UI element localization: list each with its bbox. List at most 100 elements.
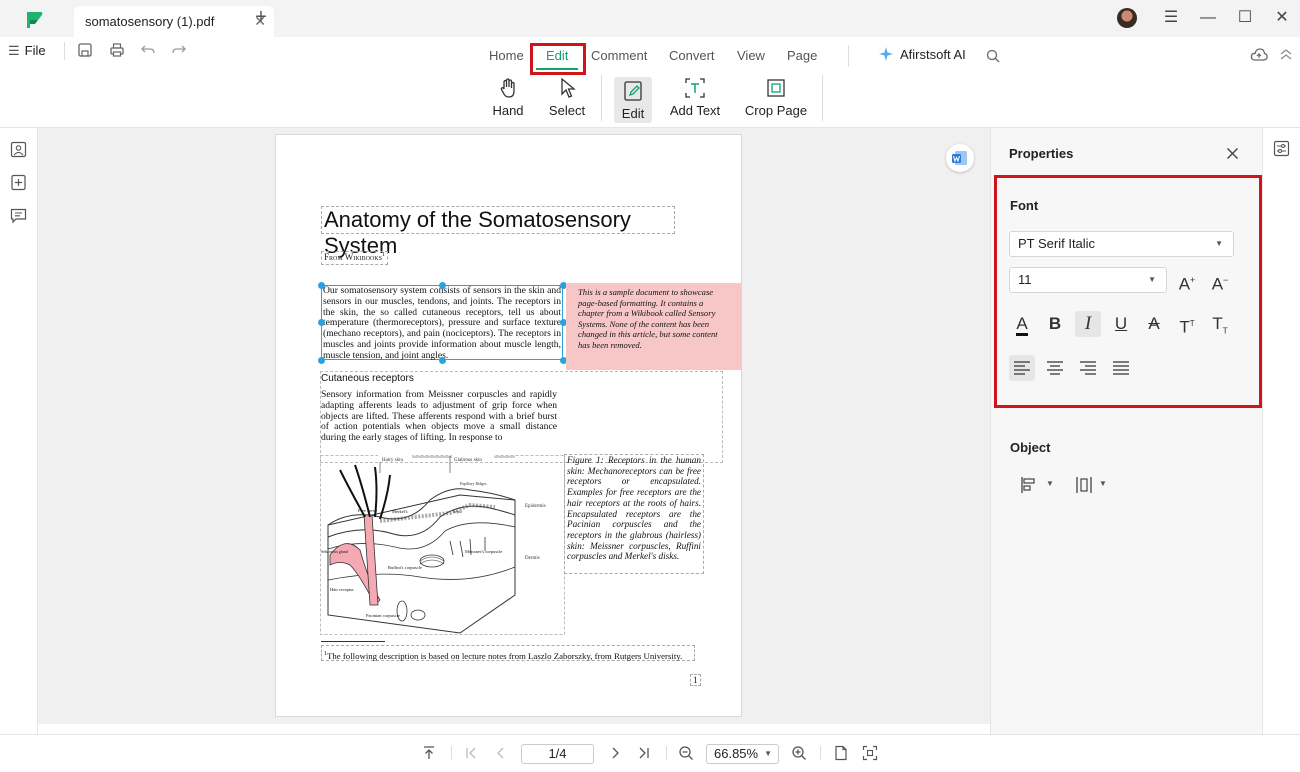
source-text: From Wikibooks: [324, 252, 382, 262]
superscript-icon[interactable]: TT: [1174, 311, 1200, 337]
source-line[interactable]: From Wikibooks1: [321, 251, 388, 265]
text-color-icon[interactable]: A: [1009, 311, 1035, 337]
new-tab-icon[interactable]: +: [252, 6, 270, 28]
add-text-button[interactable]: Add Text: [665, 77, 725, 123]
undo-icon[interactable]: [140, 42, 156, 58]
figure-caption[interactable]: Figure 1: Receptors in the human skin: M…: [564, 454, 704, 574]
crop-page-button[interactable]: Crop Page: [742, 77, 810, 123]
source-footnote-marker: 1: [381, 252, 385, 258]
object-distribute-dropdown[interactable]: ▼: [1075, 476, 1111, 494]
file-menu-button[interactable]: ☰ File: [8, 43, 46, 59]
app-logo-icon: [27, 12, 43, 28]
resize-handle[interactable]: [439, 282, 446, 289]
hamburger-icon: ☰: [8, 43, 20, 58]
word-icon: [952, 151, 967, 165]
resize-handle[interactable]: [439, 357, 446, 364]
ai-assistant-button[interactable]: Afirstsoft AI: [878, 46, 966, 62]
sample-note-box[interactable]: This is a sample document to showcase pa…: [566, 283, 741, 370]
object-align-dropdown[interactable]: ▼: [1020, 476, 1056, 494]
search-icon[interactable]: [986, 49, 1000, 63]
strikethrough-icon[interactable]: A: [1141, 311, 1167, 337]
redo-icon[interactable]: [171, 42, 187, 58]
properties-toggle-icon[interactable]: [1273, 140, 1290, 157]
font-family-select[interactable]: PT Serif Italic ▼: [1009, 231, 1234, 257]
zoom-select[interactable]: 66.85% ▼: [706, 744, 779, 764]
sparkle-icon: [879, 47, 893, 61]
crop-icon: [767, 79, 785, 97]
align-right-icon[interactable]: [1075, 355, 1101, 381]
selected-text-block[interactable]: Our somatosensory system consists of sen…: [321, 285, 563, 361]
pdf-page[interactable]: Anatomy of the Somatosensory System From…: [275, 134, 742, 717]
figure-label-ruffini: Ruffini's corpuscle: [388, 565, 422, 570]
figure-label-merkel: Merkel's: [392, 509, 408, 514]
distribute-objects-icon: [1076, 477, 1092, 493]
minimize-icon[interactable]: —: [1199, 9, 1217, 27]
document-tab[interactable]: somatosensory (1).pdf ✕: [74, 6, 274, 37]
fit-screen-icon[interactable]: [862, 745, 878, 761]
align-justify-icon[interactable]: [1108, 355, 1134, 381]
collapse-ribbon-icon[interactable]: [1279, 48, 1293, 62]
chevron-down-icon: ▼: [1099, 479, 1107, 488]
print-icon[interactable]: [109, 42, 125, 58]
body-paragraph[interactable]: Sensory information from Meissner corpus…: [321, 389, 557, 444]
align-center-icon[interactable]: [1042, 355, 1068, 381]
window-menu-icon[interactable]: ☰: [1162, 9, 1180, 27]
add-text-label: Add Text: [669, 103, 721, 118]
cloud-upload-icon[interactable]: [1250, 47, 1268, 63]
next-page-icon[interactable]: [607, 745, 623, 761]
figure-label-meissner: Meissner's corpuscle: [465, 549, 502, 554]
single-page-view-icon[interactable]: [833, 745, 849, 761]
first-page-icon[interactable]: [463, 745, 479, 761]
hand-tool-button[interactable]: Hand: [478, 77, 538, 123]
section-heading[interactable]: Cutaneous receptors: [321, 373, 414, 384]
font-family-value: PT Serif Italic: [1018, 236, 1096, 251]
edit-tool-button[interactable]: Edit: [614, 77, 652, 123]
chevron-down-icon: ▼: [1046, 479, 1054, 488]
tab-view[interactable]: View: [737, 48, 765, 63]
figure-label-hair-receptor: Hair receptor: [330, 587, 354, 592]
select-tool-label: Select: [548, 103, 586, 118]
decrease-font-size-icon[interactable]: A−: [1207, 267, 1233, 294]
word-convert-button[interactable]: [946, 144, 974, 172]
figure-label-glabrous-skin: Glabrous skin: [454, 458, 482, 463]
file-label: File: [24, 43, 46, 58]
font-size-select[interactable]: 11 ▼: [1009, 267, 1167, 293]
italic-icon[interactable]: I: [1075, 311, 1101, 337]
tab-convert[interactable]: Convert: [669, 48, 715, 63]
resize-handle[interactable]: [318, 357, 325, 364]
document-title[interactable]: Anatomy of the Somatosensory System: [321, 206, 675, 258]
resize-handle[interactable]: [318, 282, 325, 289]
close-panel-icon[interactable]: [1226, 147, 1239, 160]
comments-panel-icon[interactable]: [10, 207, 27, 224]
align-left-icon[interactable]: [1009, 355, 1035, 381]
increase-font-size-icon[interactable]: A+: [1174, 267, 1200, 294]
save-icon[interactable]: [77, 42, 93, 58]
avatar[interactable]: [1117, 8, 1137, 28]
first-page-top-icon[interactable]: [421, 745, 437, 761]
resize-handle[interactable]: [318, 319, 325, 326]
skin-receptors-figure[interactable]: Hairy skin Glabrous skin Epidermis Dermi…: [320, 455, 565, 635]
bold-icon[interactable]: B: [1042, 311, 1068, 337]
edit-tool-label: Edit: [621, 106, 645, 121]
previous-page-icon[interactable]: [493, 745, 509, 761]
chevron-down-icon: ▼: [1215, 239, 1223, 248]
footnote[interactable]: 1The following description is based on l…: [321, 645, 695, 661]
right-sidebar: [1262, 128, 1300, 734]
underline-icon[interactable]: U: [1108, 311, 1134, 337]
tab-home[interactable]: Home: [489, 48, 524, 63]
maximize-icon[interactable]: ☐: [1236, 9, 1254, 27]
footnote-text: The following description is based on le…: [327, 650, 683, 661]
cursor-icon: [561, 77, 576, 98]
font-section-label: Font: [1010, 198, 1039, 213]
zoom-out-icon[interactable]: [678, 745, 694, 761]
page-number-input[interactable]: 1/4: [521, 744, 594, 764]
select-tool-button[interactable]: Select: [537, 77, 597, 123]
thumbnail-panel-icon[interactable]: [10, 141, 27, 158]
tab-page[interactable]: Page: [787, 48, 817, 63]
last-page-icon[interactable]: [636, 745, 652, 761]
window-close-icon[interactable]: ✕: [1273, 9, 1291, 27]
tab-comment[interactable]: Comment: [591, 48, 647, 63]
bookmark-add-icon[interactable]: [10, 174, 27, 191]
subscript-icon[interactable]: TT: [1207, 311, 1233, 337]
zoom-in-icon[interactable]: [791, 745, 807, 761]
